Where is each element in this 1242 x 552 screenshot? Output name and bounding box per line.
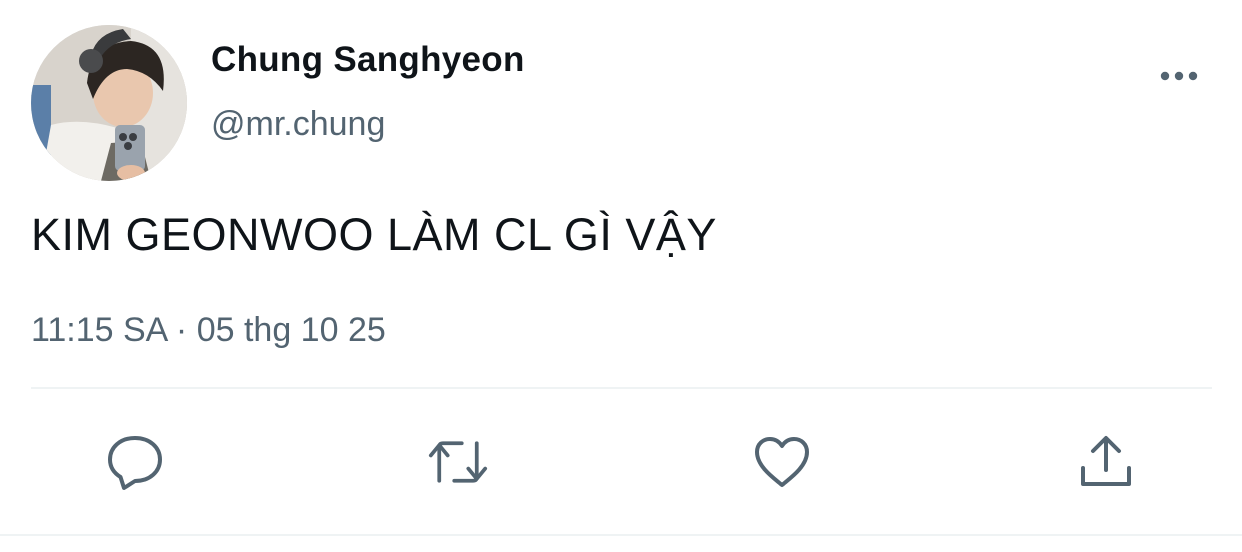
more-horizontal-icon — [1160, 71, 1198, 81]
tweet-timestamp[interactable]: 11:15 SA · 05 thg 10 25 — [31, 310, 386, 350]
more-options-button[interactable] — [1152, 56, 1206, 96]
speech-bubble-icon — [108, 436, 162, 490]
retweet-arrows-icon — [428, 441, 488, 483]
share-button[interactable] — [1076, 432, 1136, 492]
retweet-button[interactable] — [428, 432, 488, 492]
heart-icon — [755, 437, 809, 487]
like-button[interactable] — [752, 432, 812, 492]
divider — [31, 387, 1212, 389]
profile-photo-icon — [31, 25, 187, 181]
tweet-card: Chung Sanghyeon @mr.chung KIM GEONWOO LÀ… — [0, 0, 1242, 552]
bottom-border — [0, 534, 1242, 536]
tweet-text: KIM GEONWOO LÀM CL GÌ VẬY — [31, 209, 717, 260]
display-name[interactable]: Chung Sanghyeon — [211, 40, 525, 80]
avatar[interactable] — [31, 25, 187, 181]
share-upload-icon — [1081, 436, 1131, 486]
reply-button[interactable] — [105, 432, 165, 492]
user-handle[interactable]: @mr.chung — [211, 104, 385, 144]
